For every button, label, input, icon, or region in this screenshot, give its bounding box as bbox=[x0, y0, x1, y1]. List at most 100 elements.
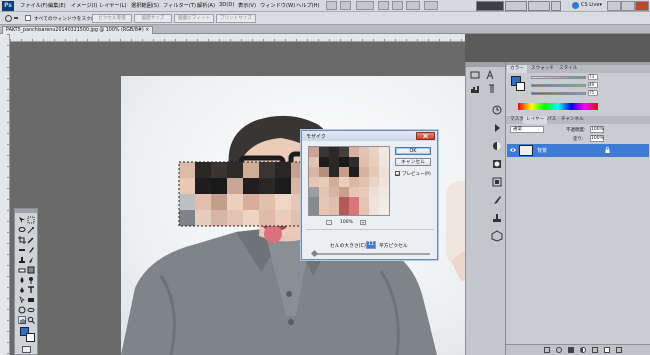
3d-panel-icon[interactable] bbox=[491, 230, 503, 242]
delete-layer-icon[interactable] bbox=[616, 347, 622, 353]
red-slider[interactable] bbox=[531, 76, 586, 79]
tool-preset-dropdown-icon[interactable] bbox=[14, 17, 18, 20]
layer-row-background[interactable]: 背景 bbox=[507, 144, 649, 157]
actual-pixels-button[interactable]: ピクセル等倍 bbox=[92, 14, 132, 23]
history-icon[interactable] bbox=[491, 104, 503, 116]
cell-size-slider[interactable] bbox=[312, 253, 430, 255]
eye-icon[interactable] bbox=[510, 147, 516, 153]
color-panel-background[interactable] bbox=[516, 82, 525, 91]
menu-select[interactable]: 選択範囲(S) bbox=[131, 2, 159, 9]
menu-help[interactable]: ヘルプ(H) bbox=[296, 2, 320, 9]
tab-styles[interactable]: スタイル bbox=[556, 65, 580, 73]
background-color-swatch[interactable] bbox=[26, 333, 35, 342]
tab-channels[interactable]: チャンネル bbox=[558, 116, 587, 124]
red-value[interactable]: 73 bbox=[588, 74, 598, 80]
eraser-icon[interactable] bbox=[18, 266, 26, 274]
styles-icon[interactable] bbox=[491, 176, 503, 188]
healing-brush-icon[interactable] bbox=[18, 246, 26, 254]
menu-edit[interactable]: 編集(E) bbox=[48, 2, 66, 9]
paragraph-icon[interactable] bbox=[484, 83, 496, 95]
bridge-button[interactable] bbox=[326, 1, 337, 10]
crop-icon[interactable] bbox=[18, 236, 26, 244]
maximize-button[interactable] bbox=[621, 1, 635, 11]
hand-icon[interactable] bbox=[18, 316, 26, 324]
link-layers-icon[interactable] bbox=[544, 347, 550, 353]
histogram-icon[interactable] bbox=[469, 83, 481, 95]
3d-orbit-icon[interactable] bbox=[27, 306, 35, 314]
ok-button[interactable]: OK bbox=[395, 147, 431, 155]
history-brush-icon[interactable] bbox=[27, 256, 35, 264]
menu-window[interactable]: ウィンドウ(W) bbox=[260, 2, 295, 9]
lasso-icon[interactable] bbox=[18, 226, 26, 234]
green-value[interactable]: 49 bbox=[588, 82, 598, 88]
cell-size-input[interactable]: 11 bbox=[366, 241, 376, 249]
fill-screen-button[interactable]: 画面にフィット bbox=[174, 14, 214, 23]
eyedropper-icon[interactable] bbox=[27, 236, 35, 244]
menu-filter[interactable]: フィルター(T) bbox=[163, 2, 196, 9]
rotate-view-button[interactable] bbox=[392, 1, 403, 10]
menu-analysis[interactable]: 解析(A) bbox=[197, 2, 215, 9]
cancel-button[interactable]: キャンセル bbox=[395, 158, 431, 166]
mini-bridge-button[interactable] bbox=[340, 1, 351, 10]
opacity-field[interactable]: 100% bbox=[590, 126, 604, 133]
fit-screen-button[interactable]: 画面サイズ bbox=[134, 14, 172, 23]
menu-file[interactable]: ファイル(F) bbox=[20, 2, 48, 9]
print-size-button[interactable]: プリントサイズ bbox=[216, 14, 256, 23]
blur-icon[interactable] bbox=[18, 276, 26, 284]
workspace-painting[interactable] bbox=[528, 1, 550, 11]
actions-icon[interactable] bbox=[491, 122, 503, 134]
brush-presets-icon[interactable] bbox=[491, 194, 503, 206]
dialog-titlebar[interactable]: モザイク bbox=[302, 131, 437, 141]
workspace-design[interactable] bbox=[505, 1, 527, 11]
green-slider[interactable] bbox=[531, 84, 586, 87]
preview-checkbox[interactable] bbox=[395, 171, 400, 176]
quick-mask-icon[interactable] bbox=[22, 346, 31, 353]
tab-color[interactable]: カラー bbox=[507, 65, 527, 73]
navigator-icon[interactable] bbox=[469, 69, 481, 81]
dialog-preview[interactable] bbox=[308, 146, 390, 216]
dialog-close-button[interactable] bbox=[416, 132, 435, 140]
blue-slider[interactable] bbox=[531, 92, 586, 95]
type-icon[interactable] bbox=[27, 286, 35, 294]
screen-mode-button[interactable] bbox=[424, 1, 438, 10]
marquee-icon[interactable] bbox=[27, 216, 35, 224]
hand-tool-button[interactable] bbox=[378, 1, 389, 10]
document-tab[interactable]: PAKT5_panchisarenu20140321500.jpg @ 100%… bbox=[2, 26, 154, 34]
gradient-icon[interactable] bbox=[27, 266, 35, 274]
blend-mode-select[interactable]: 通常 bbox=[510, 126, 544, 133]
menu-3d[interactable]: 3D(D) bbox=[219, 2, 234, 8]
3d-rotate-icon[interactable] bbox=[18, 306, 26, 314]
adjustment-layer-icon[interactable] bbox=[580, 347, 586, 353]
workspace-essentials[interactable] bbox=[476, 1, 504, 11]
layer-name[interactable]: 背景 bbox=[537, 147, 547, 154]
cell-size-slider-thumb[interactable] bbox=[310, 249, 319, 258]
color-ramp[interactable] bbox=[518, 103, 598, 110]
zoom-in-button[interactable]: + bbox=[360, 220, 366, 225]
menu-view[interactable]: 表示(V) bbox=[238, 2, 256, 9]
menu-image[interactable]: イメージ(I) bbox=[71, 2, 97, 9]
blue-value[interactable]: 75 bbox=[588, 90, 598, 96]
cs-live-button[interactable]: CS Live▾ bbox=[581, 2, 602, 8]
workspace-more-button[interactable] bbox=[551, 1, 561, 11]
move-tool-icon[interactable] bbox=[18, 216, 26, 224]
clone-stamp-icon[interactable] bbox=[18, 256, 26, 264]
add-mask-icon[interactable] bbox=[568, 347, 574, 353]
arrange-documents-button[interactable] bbox=[406, 1, 420, 10]
zoom-tool-icon[interactable] bbox=[5, 15, 12, 22]
shape-icon[interactable] bbox=[27, 296, 35, 304]
zoom-level-button[interactable] bbox=[356, 1, 374, 10]
masks-icon[interactable] bbox=[491, 158, 503, 170]
menu-layer[interactable]: レイヤー(L) bbox=[99, 2, 127, 9]
fill-field[interactable]: 100% bbox=[590, 135, 604, 142]
new-layer-icon[interactable] bbox=[604, 347, 610, 353]
path-selection-icon[interactable] bbox=[18, 296, 26, 304]
tools-panel-header[interactable] bbox=[15, 209, 37, 213]
pen-icon[interactable] bbox=[18, 286, 26, 294]
zoom-out-button[interactable]: - bbox=[326, 220, 332, 225]
magic-wand-icon[interactable] bbox=[27, 226, 35, 234]
character-icon[interactable] bbox=[484, 69, 496, 81]
dodge-icon[interactable] bbox=[27, 276, 35, 284]
tab-paths[interactable]: パス bbox=[544, 116, 559, 124]
minimize-button[interactable] bbox=[607, 1, 621, 11]
scroll-all-windows-checkbox[interactable] bbox=[25, 15, 31, 21]
